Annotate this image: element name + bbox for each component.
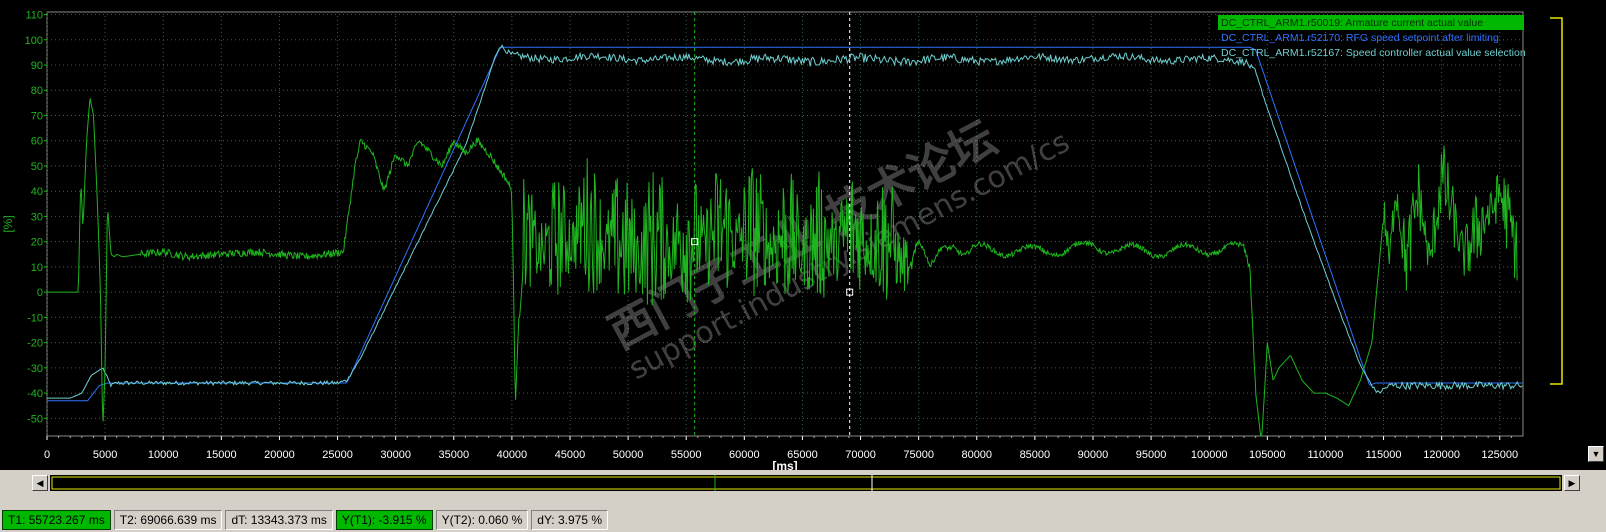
x-tick-label: 70000 xyxy=(845,449,876,461)
x-tick-label: 15000 xyxy=(206,449,237,461)
status-yt1: Y(T1): -3.915 % xyxy=(335,510,433,530)
y-tick-label: -40 xyxy=(27,388,43,400)
x-tick-label: 50000 xyxy=(613,449,644,461)
x-tick-label: 95000 xyxy=(1136,449,1167,461)
scroll-thumb[interactable] xyxy=(51,476,1561,490)
y-tick-label: 0 xyxy=(37,287,43,299)
y-range-bracket xyxy=(1550,17,1563,385)
y-axis-label: [%] xyxy=(1,215,15,232)
x-tick-label: 105000 xyxy=(1249,449,1286,461)
y-tick-label: 110 xyxy=(25,10,43,22)
x-tick-label: 110000 xyxy=(1307,449,1343,461)
y-tick-label: 50 xyxy=(31,161,43,173)
x-tick-label: 45000 xyxy=(555,449,586,461)
y-tick-label: -20 xyxy=(27,338,43,350)
x-tick-label: 5000 xyxy=(93,449,117,461)
horizontal-scrollbar[interactable]: ◀ ▶ xyxy=(0,470,1606,492)
y-tick-label: -50 xyxy=(27,413,43,425)
x-tick-label: 125000 xyxy=(1481,449,1518,461)
x-tick-label: 75000 xyxy=(903,449,934,461)
scroll-left-button[interactable]: ◀ xyxy=(32,475,48,491)
status-t1: T1: 55723.267 ms xyxy=(2,510,111,530)
y-tick-label: 80 xyxy=(31,85,43,97)
arrow-down-icon: ▼ xyxy=(1591,449,1601,459)
y-tick-label: 100 xyxy=(25,35,43,47)
y-tick-label: -30 xyxy=(27,363,43,375)
arrow-right-icon: ▶ xyxy=(1568,478,1576,488)
x-tick-label: 100000 xyxy=(1191,449,1228,461)
x-tick-label: 85000 xyxy=(1020,449,1051,461)
y-tick-label: 60 xyxy=(31,136,43,148)
chart-area[interactable]: 110 100 90 80 70 60 50 40 30 20 10 0 -10 -20 -30 -40 -50… xyxy=(0,0,1606,470)
scroll-down-button[interactable]: ▼ xyxy=(1588,446,1604,462)
x-axis-label: [ms] xyxy=(772,459,797,470)
scroll-track[interactable] xyxy=(50,475,1562,491)
x-tick-label: 0 xyxy=(44,449,50,461)
legend-entry[interactable]: DC_CTRL_ARM1.r52167: Speed controller ac… xyxy=(1221,47,1526,59)
x-tick-label: 35000 xyxy=(438,449,469,461)
status-bar: T1: 55723.267 ms T2: 69066.639 ms dT: 13… xyxy=(0,508,1606,532)
x-tick-label: 20000 xyxy=(264,449,295,461)
x-tick-label: 80000 xyxy=(961,449,992,461)
legend-entry[interactable]: DC_CTRL_ARM1.r50019: Armature current ac… xyxy=(1221,17,1483,29)
x-tick-label: 30000 xyxy=(380,449,411,461)
y-tick-label: 30 xyxy=(31,211,43,223)
status-yt2: Y(T2): 0.060 % xyxy=(435,510,529,530)
x-tick-label: 25000 xyxy=(322,449,353,461)
y-tick-label: 20 xyxy=(31,237,43,249)
x-tick-label: 60000 xyxy=(729,449,760,461)
x-tick-label: 10000 xyxy=(148,449,179,461)
x-tick-label: 55000 xyxy=(671,449,702,461)
status-t2: T2: 69066.639 ms xyxy=(113,510,223,530)
y-tick-label: 40 xyxy=(31,186,43,198)
legend-entry[interactable]: DC_CTRL_ARM1.r52170: RFG speed setpoint … xyxy=(1221,32,1499,44)
y-tick-label: -10 xyxy=(27,312,43,324)
x-tick-label: 115000 xyxy=(1366,449,1402,461)
x-tick-label: 120000 xyxy=(1423,449,1460,461)
trace-chart[interactable]: 1101009080706050403020100-10-20-30-40-50… xyxy=(0,0,1606,470)
x-tick-label: 90000 xyxy=(1078,449,1109,461)
status-dy: dY: 3.975 % xyxy=(531,510,608,530)
y-tick-label: 90 xyxy=(31,60,43,72)
status-dt: dT: 13343.373 ms xyxy=(225,510,333,530)
y-tick-label: 10 xyxy=(31,262,43,274)
scroll-right-button[interactable]: ▶ xyxy=(1564,475,1580,491)
y-tick-label: 70 xyxy=(31,110,43,122)
x-tick-label: 40000 xyxy=(497,449,528,461)
arrow-left-icon: ◀ xyxy=(36,478,44,488)
